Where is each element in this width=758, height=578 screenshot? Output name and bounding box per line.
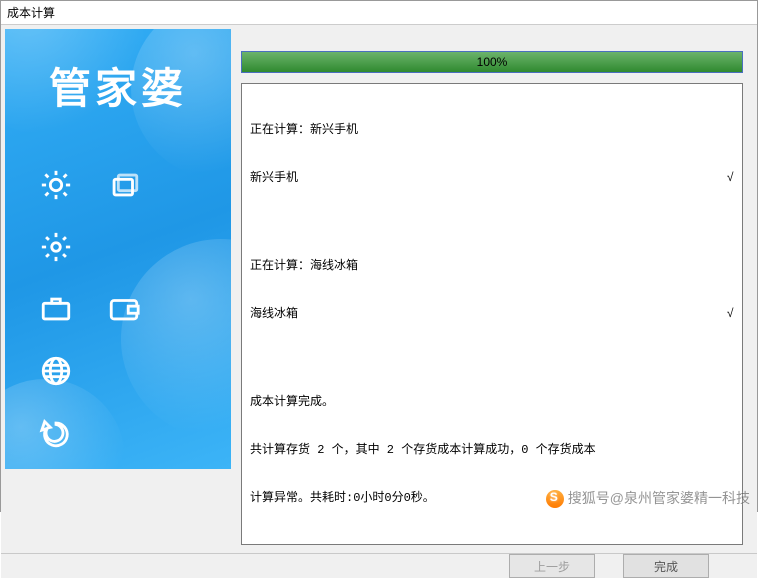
brand-text: 管家婆 [5, 55, 231, 116]
log-line: 新兴手机 [250, 170, 704, 186]
prev-button[interactable]: 上一步 [509, 554, 595, 578]
check-mark-icon: √ [704, 306, 734, 322]
progress-bar: 100% [241, 51, 743, 73]
finish-button[interactable]: 完成 [623, 554, 709, 578]
log-line: 海线冰箱 [250, 306, 704, 322]
stack-icon [101, 159, 147, 211]
log-line: 计算异常。共耗时:0小时0分0秒。 [250, 490, 734, 506]
log-line: 成本计算完成。 [250, 394, 734, 410]
branding-sidebar: 管家婆 [5, 29, 231, 469]
wallet-icon [101, 283, 147, 335]
window-title: 成本计算 [1, 1, 757, 25]
footer-buttons: 上一步 完成 [1, 553, 757, 578]
main-panel: 100% 正在计算：新兴手机 新兴手机√ 正在计算：海线冰箱 海线冰箱√ 成本计… [235, 29, 753, 549]
log-line: 正在计算：海线冰箱 [250, 258, 734, 274]
log-output[interactable]: 正在计算：新兴手机 新兴手机√ 正在计算：海线冰箱 海线冰箱√ 成本计算完成。 … [241, 83, 743, 545]
sun-icon [33, 159, 79, 211]
progress-label: 100% [477, 55, 508, 69]
gear-icon [33, 221, 79, 273]
cost-calc-window: 成本计算 管家婆 [0, 0, 758, 512]
log-line: 正在计算：新兴手机 [250, 122, 734, 138]
log-line: 共计算存货 2 个，其中 2 个存货成本计算成功，0 个存货成本 [250, 442, 734, 458]
window-body: 管家婆 [1, 25, 757, 553]
globe-icon [33, 345, 79, 397]
sidebar-icon-grid [33, 159, 215, 469]
progress-section: 100% [241, 37, 743, 83]
briefcase-icon [33, 283, 79, 335]
undo-icon [33, 407, 79, 459]
check-mark-icon: √ [704, 170, 734, 186]
